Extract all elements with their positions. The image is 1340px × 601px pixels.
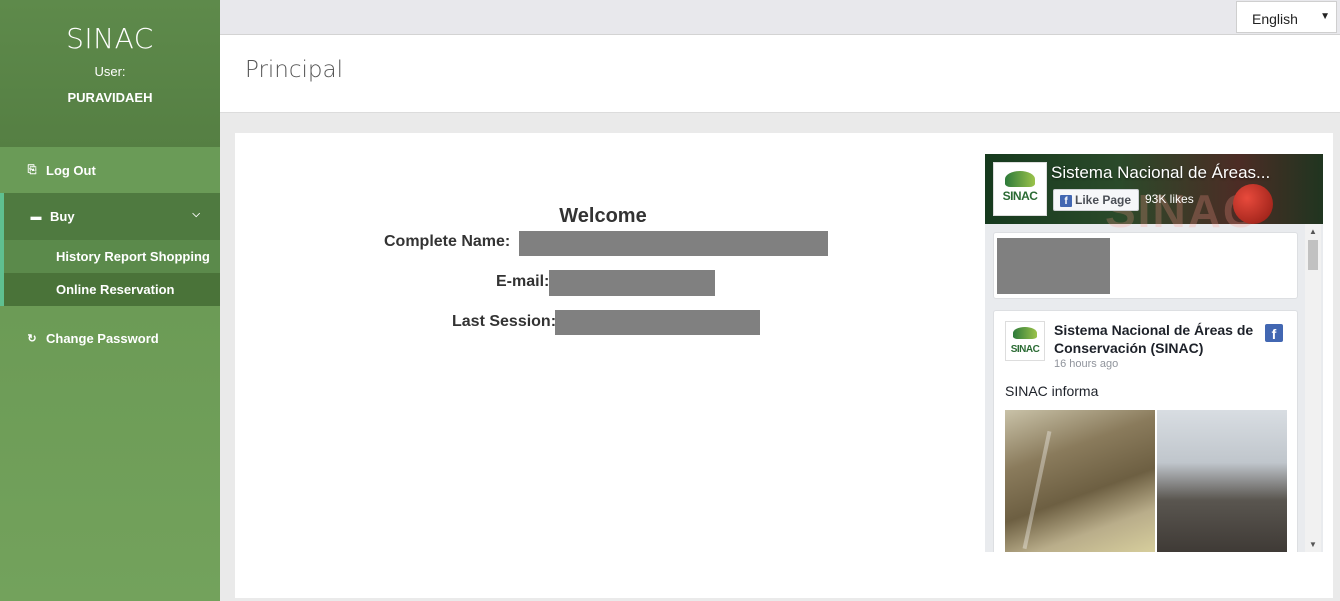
page-header: Principal bbox=[220, 35, 1340, 113]
ornament-image bbox=[1233, 184, 1273, 224]
email-label: E-mail: bbox=[496, 273, 550, 290]
like-page-label: Like Page bbox=[1075, 193, 1132, 207]
facebook-cover-image[interactable]: SINAC SINAC Sistema Nacional de Áreas...… bbox=[985, 154, 1323, 237]
language-value: English bbox=[1252, 11, 1298, 27]
app-name: SINAC bbox=[66, 22, 154, 55]
sinac-logo[interactable]: SINAC bbox=[993, 162, 1047, 216]
language-select[interactable]: English ▼ bbox=[1236, 1, 1337, 33]
likes-count: 93K likes bbox=[1145, 192, 1194, 206]
sidebar-item-history-report-shopping[interactable]: History Report Shopping bbox=[4, 240, 220, 273]
sidebar-item-label: Buy bbox=[50, 209, 75, 224]
sinac-logo-mark bbox=[1013, 327, 1037, 339]
sinac-logo-text: SINAC bbox=[1002, 189, 1038, 203]
facebook-f-icon: f bbox=[1060, 195, 1072, 207]
sinac-logo-text: SINAC bbox=[1010, 344, 1040, 355]
facebook-icon[interactable]: f bbox=[1265, 324, 1283, 342]
caret-down-icon: ▼ bbox=[1320, 11, 1330, 22]
last-session-label: Last Session: bbox=[452, 313, 557, 330]
user-label: User: bbox=[94, 64, 126, 79]
facebook-page-widget: SINAC SINAC Sistema Nacional de Áreas...… bbox=[985, 154, 1323, 552]
scrollbar-thumb[interactable] bbox=[1308, 240, 1318, 270]
redacted-last-session bbox=[555, 310, 760, 335]
sidebar-item-label: Log Out bbox=[46, 162, 96, 178]
page-title: Principal bbox=[245, 57, 344, 83]
post-text: SINAC informa bbox=[1005, 383, 1099, 399]
facebook-page-name[interactable]: Sistema Nacional de Áreas... bbox=[1051, 163, 1291, 183]
top-bar: English ▼ bbox=[220, 0, 1340, 35]
redacted-complete-name bbox=[519, 231, 828, 256]
sidebar-item-online-reservation[interactable]: Online Reservation bbox=[4, 273, 220, 306]
sidebar-item-logout[interactable]: ⎘ Log Out bbox=[0, 147, 220, 193]
username: PURAVIDAEH bbox=[67, 90, 153, 105]
credit-card-icon: ▬ bbox=[30, 210, 42, 223]
sidebar: SINAC User: PURAVIDAEH ⎘ Log Out ▬ Buy ⌵… bbox=[0, 0, 220, 601]
sidebar-brand: SINAC User: PURAVIDAEH bbox=[0, 0, 220, 147]
facebook-post: SINAC Sistema Nacional de Áreas de Conse… bbox=[993, 310, 1298, 552]
widget-scrollbar[interactable]: ▲ ▼ bbox=[1305, 224, 1321, 552]
complete-name-label: Complete Name: bbox=[384, 233, 511, 250]
post-photo-audience[interactable] bbox=[1157, 410, 1287, 552]
like-page-button[interactable]: f Like Page bbox=[1053, 189, 1139, 211]
scroll-down-icon[interactable]: ▼ bbox=[1309, 540, 1317, 549]
sidebar-item-label: Change Password bbox=[46, 330, 159, 346]
sinac-logo-mark bbox=[1005, 171, 1035, 187]
sidebar-item-buy[interactable]: ▬ Buy ⌵ bbox=[0, 193, 220, 240]
photo-detail bbox=[1022, 430, 1052, 550]
post-timestamp[interactable]: 16 hours ago bbox=[1054, 358, 1118, 370]
facebook-card-top bbox=[993, 232, 1298, 299]
post-author-name[interactable]: Sistema Nacional de Áreas de Conservació… bbox=[1054, 321, 1262, 357]
buy-submenu: History Report Shopping Online Reservati… bbox=[0, 240, 220, 306]
chevron-down-icon: ⌵ bbox=[192, 209, 200, 220]
logout-icon: ⎘ bbox=[27, 163, 37, 176]
post-author-avatar[interactable]: SINAC bbox=[1005, 321, 1045, 361]
post-photo-mangroves[interactable] bbox=[1005, 410, 1155, 552]
redacted-email bbox=[549, 270, 715, 296]
sidebar-item-change-password[interactable]: ↻ Change Password bbox=[0, 315, 220, 361]
welcome-heading: Welcome bbox=[559, 205, 647, 227]
refresh-icon: ↻ bbox=[27, 332, 37, 345]
scroll-up-icon[interactable]: ▲ bbox=[1309, 227, 1317, 236]
redacted-image bbox=[997, 238, 1110, 294]
